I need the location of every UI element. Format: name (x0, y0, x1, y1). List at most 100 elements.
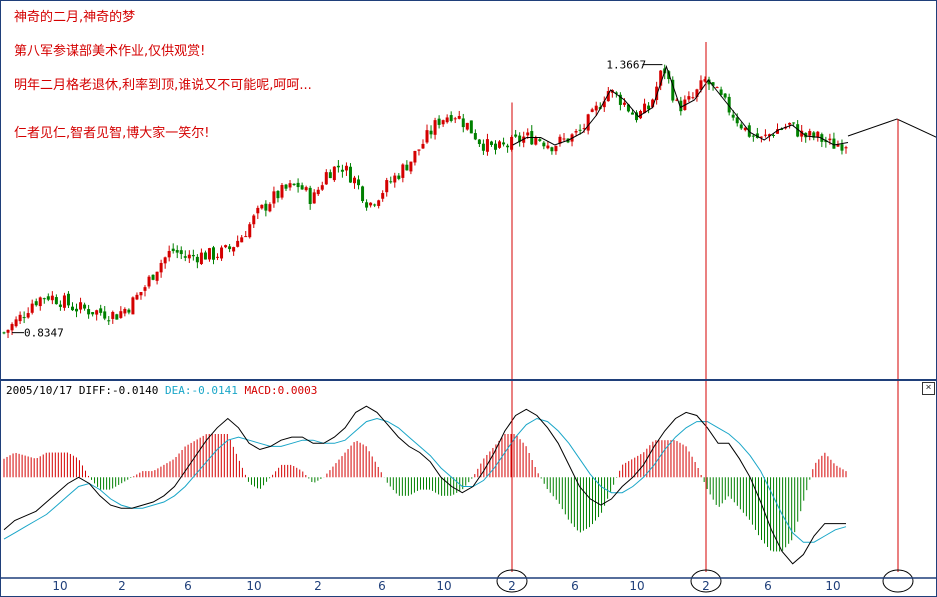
candle-body (469, 120, 473, 134)
candle-body (66, 293, 70, 306)
candle-body (320, 185, 324, 190)
candle-body (87, 309, 91, 315)
candle-body (135, 294, 139, 300)
candle-body (244, 236, 248, 238)
candle-body (348, 166, 352, 183)
time-tick-label: 2 (314, 579, 322, 593)
candle-body (393, 175, 397, 183)
candle-body (788, 122, 792, 125)
month-circle (882, 569, 914, 593)
candle-body (304, 187, 308, 191)
candle-body (465, 122, 469, 130)
candle-body (131, 297, 135, 315)
candle-body (147, 276, 151, 287)
candle-body (111, 311, 115, 319)
candle-body (22, 317, 26, 319)
candle-body (385, 180, 389, 193)
candle-body (832, 138, 836, 149)
candle-body (429, 130, 433, 135)
close-box-icon[interactable]: × (922, 382, 935, 395)
candle-body (574, 131, 578, 133)
candle-body (70, 306, 74, 311)
candle-body (485, 139, 489, 152)
candle-body (590, 109, 594, 112)
candle-body (18, 314, 22, 322)
candle-body (352, 177, 356, 184)
candle-body (179, 250, 183, 255)
candle-body (316, 189, 320, 195)
candle-body (433, 120, 437, 135)
candle-body (62, 295, 66, 308)
candle-body (562, 138, 566, 140)
dea-label: DEA: (164, 384, 192, 397)
macd-panel (3, 405, 847, 565)
candle-body (792, 122, 796, 124)
candle-body (58, 304, 62, 307)
candle-body (143, 287, 147, 291)
candle-body (401, 164, 405, 178)
candle-body (844, 147, 848, 149)
candle-body (731, 114, 735, 118)
candle-body (473, 133, 477, 140)
candle-body (191, 254, 195, 257)
vertical-markers (496, 42, 914, 593)
candle-body (187, 254, 191, 259)
candle-body (211, 247, 215, 260)
candle-body (46, 296, 50, 300)
candle-body (739, 124, 743, 129)
candle-body (276, 190, 280, 199)
candle-body (546, 145, 550, 149)
candle-body (155, 271, 159, 281)
time-tick-label: 6 (378, 579, 386, 593)
candle-body (514, 134, 518, 137)
candle-body (248, 224, 252, 238)
macd-label: MACD: (244, 384, 278, 397)
time-tick-label: 10 (629, 579, 644, 593)
candle-body (207, 248, 211, 260)
candle-body (361, 186, 365, 202)
candle-body (42, 298, 46, 300)
candle-body (328, 172, 332, 179)
candle-body (107, 320, 111, 322)
candle-body (828, 138, 832, 141)
time-tick-label: 10 (436, 579, 451, 593)
note-line-3: 明年二月格老退休,利率到顶,谁说又不可能呢,呵呵... (14, 78, 312, 93)
time-axis: 10 2 6 10 2 6 10 2 6 10 2 6 10 (52, 579, 840, 593)
candle-body (288, 183, 292, 188)
candle-body (50, 295, 54, 301)
candle-body (735, 117, 739, 124)
candle-body (260, 204, 264, 209)
candle-body (224, 245, 228, 248)
candle-body (296, 182, 300, 188)
dea-value: -0.0141 (191, 384, 238, 397)
candle-body (127, 309, 131, 313)
low-price-label: 0.8347 (24, 327, 64, 340)
candle-body (236, 240, 240, 247)
candle-body (526, 132, 530, 136)
note-line-2: 第八军参谋部美术作业,仅供观赏! (14, 44, 206, 59)
candle-body (103, 311, 107, 319)
projection-line (847, 118, 937, 138)
candle-body (203, 252, 207, 260)
candle-body (264, 203, 268, 211)
candle-body (268, 204, 272, 212)
candle-body (554, 145, 558, 152)
diff-value: -0.0140 (111, 384, 159, 397)
candle-body (369, 202, 373, 206)
candle-body (99, 308, 103, 313)
candle-body (228, 246, 232, 250)
candle-body (83, 304, 87, 309)
time-tick-label: 10 (52, 579, 67, 593)
candle-body (457, 115, 461, 119)
candle-body (2, 332, 6, 334)
candle-body (175, 250, 179, 253)
candle-body (751, 135, 755, 137)
candle-body (91, 312, 95, 315)
candle-body (397, 175, 401, 179)
candle-body (232, 247, 236, 252)
candle-body (489, 141, 493, 145)
candle-body (715, 87, 719, 89)
candle-body (34, 301, 38, 306)
candle-body (377, 200, 381, 206)
candle-body (10, 324, 14, 331)
